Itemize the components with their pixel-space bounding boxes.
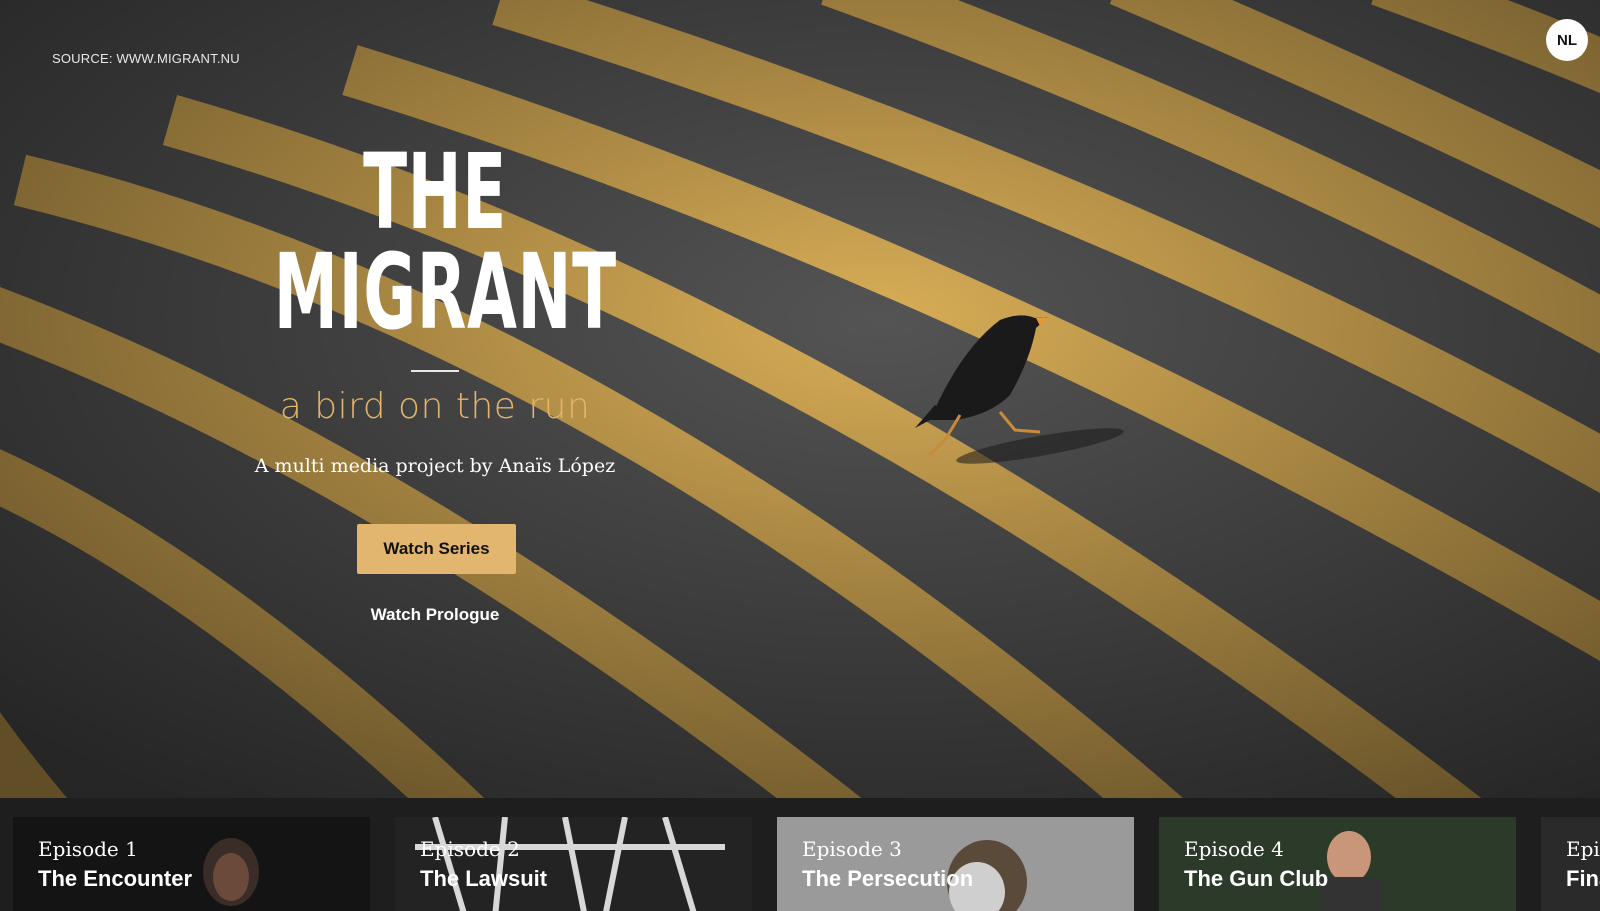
episode-title: The Gun Club	[1184, 866, 1329, 891]
episode-carousel: Episode 1 The Encounter Episode 2 The La…	[0, 798, 1600, 911]
episode-title: The Lawsuit	[420, 866, 548, 891]
title-line-1: THE	[363, 131, 507, 253]
episode-number: Epis	[1566, 837, 1600, 861]
episode-5-thumbnail	[1541, 817, 1600, 911]
episode-title: The Persecution	[802, 866, 974, 891]
episode-2-thumbnail	[395, 817, 752, 911]
episode-number: Episode 3	[802, 837, 902, 861]
title-divider	[411, 370, 459, 372]
episode-3-thumbnail	[777, 817, 1134, 911]
subtitle: a bird on the run	[279, 386, 591, 427]
language-toggle-button[interactable]: NL	[1546, 19, 1588, 61]
episode-card-2[interactable]: Episode 2 The Lawsuit	[395, 817, 752, 911]
page-title: THE MIGRANT	[175, 131, 695, 353]
episode-title: Fina	[1566, 866, 1600, 891]
episode-card-1[interactable]: Episode 1 The Encounter	[13, 817, 370, 911]
watch-series-button[interactable]: Watch Series	[357, 524, 516, 574]
episode-number: Episode 2	[420, 837, 520, 861]
episode-number: Episode 1	[38, 837, 138, 861]
byline: A multi media project by Anaïs López	[254, 455, 616, 477]
episode-4-thumbnail	[1159, 817, 1516, 911]
episode-number: Episode 4	[1184, 837, 1284, 861]
watch-prologue-link[interactable]: Watch Prologue	[335, 605, 535, 625]
hero-section: SOURCE: WWW.MIGRANT.NU NL THE MIGRANT a …	[0, 0, 1600, 798]
episode-title: The Encounter	[38, 866, 193, 891]
title-line-2: MIGRANT	[273, 231, 617, 353]
episode-card-3[interactable]: Episode 3 The Persecution	[777, 817, 1134, 911]
episode-1-thumbnail	[13, 817, 370, 911]
episode-card-5[interactable]: Epis Fina	[1541, 817, 1600, 911]
episode-card-4[interactable]: Episode 4 The Gun Club	[1159, 817, 1516, 911]
source-credit: SOURCE: WWW.MIGRANT.NU	[52, 51, 240, 66]
